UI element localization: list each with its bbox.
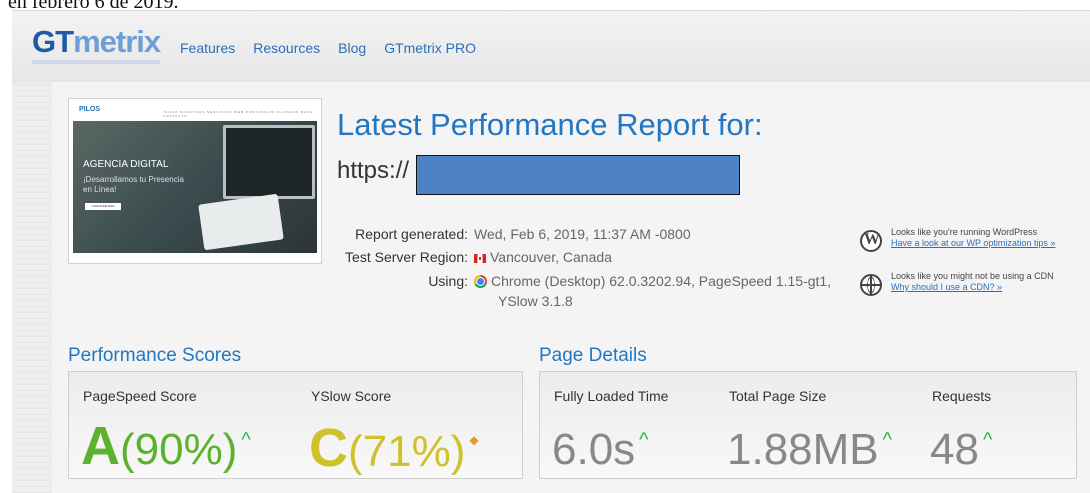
site-header: GTmetrix Features Resources Blog GTmetri… — [12, 10, 1090, 83]
yslow-percent: (71%) — [348, 427, 466, 476]
generated-value: Wed, Feb 6, 2019, 11:37 AM -0800 — [474, 226, 691, 242]
screenshot-button: CONOCER MÁS — [85, 203, 121, 210]
load-time-number: 6.0s — [552, 425, 636, 474]
page-size-number: 1.88MB — [727, 425, 879, 474]
page-details-title: Page Details — [539, 345, 647, 366]
screenshot-monitor — [223, 125, 315, 199]
load-time-cell: Fully Loaded Time 6.0s ^ — [540, 372, 716, 478]
yslow-value: C(71%) ◆ — [309, 412, 479, 480]
main-nav: Features Resources Blog GTmetrix PRO — [180, 40, 494, 56]
arrow-up-icon: ^ — [882, 429, 893, 451]
screenshot-topbar: PILOS INICIO NOSOTROS SERVICIOS WEB PORT… — [73, 103, 317, 121]
screenshot-logo: PILOS — [79, 106, 101, 113]
load-time-label: Fully Loaded Time — [554, 388, 669, 404]
requests-value: 48 ^ — [930, 412, 992, 478]
requests-number: 48 — [930, 425, 979, 474]
requests-cell: Requests 48 ^ — [918, 372, 1076, 478]
wordpress-note-text: Looks like you're running WordPress — [891, 227, 1038, 237]
performance-scores-box: PageSpeed Score A(90%) ^ YSlow Score C(71… — [68, 371, 523, 479]
page-size-cell: Total Page Size 1.88MB ^ — [715, 372, 919, 478]
canada-flag-icon — [474, 253, 486, 263]
cdn-link[interactable]: Why should I use a CDN? » — [891, 282, 1054, 293]
logo-metrix: metrix — [73, 24, 161, 59]
cdn-note-text: Looks like you might not be using a CDN — [891, 271, 1054, 281]
left-gutter — [12, 82, 52, 493]
pagespeed-percent: (90%) — [120, 425, 238, 474]
chrome-icon — [474, 275, 487, 288]
yslow-grade: C — [309, 418, 348, 478]
report-title: Latest Performance Report for: — [337, 107, 763, 142]
gtmetrix-logo[interactable]: GTmetrix — [32, 24, 161, 64]
nav-resources[interactable]: Resources — [253, 40, 320, 56]
screenshot-subtext: ¡Desarrollamos tu Presencia en Línea! — [83, 175, 184, 194]
pagespeed-label: PageSpeed Score — [83, 388, 197, 404]
report-url-prefix: https:// — [337, 157, 410, 184]
nav-features[interactable]: Features — [180, 40, 235, 56]
region-label: Test Server Region: — [345, 249, 468, 265]
performance-scores-title: Performance Scores — [68, 345, 242, 366]
page-size-label: Total Page Size — [729, 388, 827, 404]
nav-blog[interactable]: Blog — [338, 40, 366, 56]
pagespeed-score-cell[interactable]: PageSpeed Score A(90%) ^ — [69, 372, 298, 478]
requests-label: Requests — [932, 388, 992, 404]
page-size-value: 1.88MB ^ — [727, 412, 892, 478]
pagespeed-grade: A — [81, 416, 120, 476]
yslow-label: YSlow Score — [311, 388, 392, 404]
diamond-icon: ◆ — [469, 433, 479, 447]
using-value-line1: Chrome (Desktop) 62.0.3202.94, PageSpeed… — [491, 273, 832, 289]
redacted-url-block — [416, 155, 740, 195]
server-region-row: Test Server Region: Vancouver, Canada — [278, 249, 778, 267]
globe-icon — [860, 274, 882, 296]
screenshot-headline: AGENCIA DIGITAL — [83, 159, 169, 170]
using-value-line2: YSlow 3.1.8 — [498, 293, 573, 309]
using-label: Using: — [428, 273, 468, 289]
cdn-note: Looks like you might not be using a CDN … — [891, 271, 1054, 293]
arrow-up-icon: ^ — [241, 429, 251, 451]
screenshot-nav: INICIO NOSOTROS SERVICIOS WEB PORTAFOLIO… — [163, 110, 314, 118]
arrow-up-icon: ^ — [982, 429, 993, 451]
screenshot-tablet — [198, 193, 284, 251]
wordpress-tips-link[interactable]: Have a look at our WP optimization tips … — [891, 238, 1055, 249]
load-time-value: 6.0s ^ — [552, 412, 649, 478]
arrow-up-icon: ^ — [639, 429, 649, 451]
region-value: Vancouver, Canada — [490, 249, 612, 265]
report-generated-row: Report generated: Wed, Feb 6, 2019, 11:3… — [278, 226, 778, 244]
wordpress-note: Looks like you're running WordPress Have… — [891, 227, 1055, 249]
pagespeed-value: A(90%) ^ — [81, 412, 251, 478]
yslow-score-cell[interactable]: YSlow Score C(71%) ◆ — [297, 372, 522, 478]
wordpress-icon — [860, 230, 882, 252]
generated-label: Report generated: — [355, 226, 468, 242]
using-row: Using: Chrome (Desktop) 62.0.3202.94, Pa… — [278, 273, 838, 313]
page-details-box: Fully Loaded Time 6.0s ^ Total Page Size … — [539, 371, 1077, 479]
logo-gt: GT — [32, 24, 74, 59]
nav-gtmetrix-pro[interactable]: GTmetrix PRO — [384, 40, 476, 56]
